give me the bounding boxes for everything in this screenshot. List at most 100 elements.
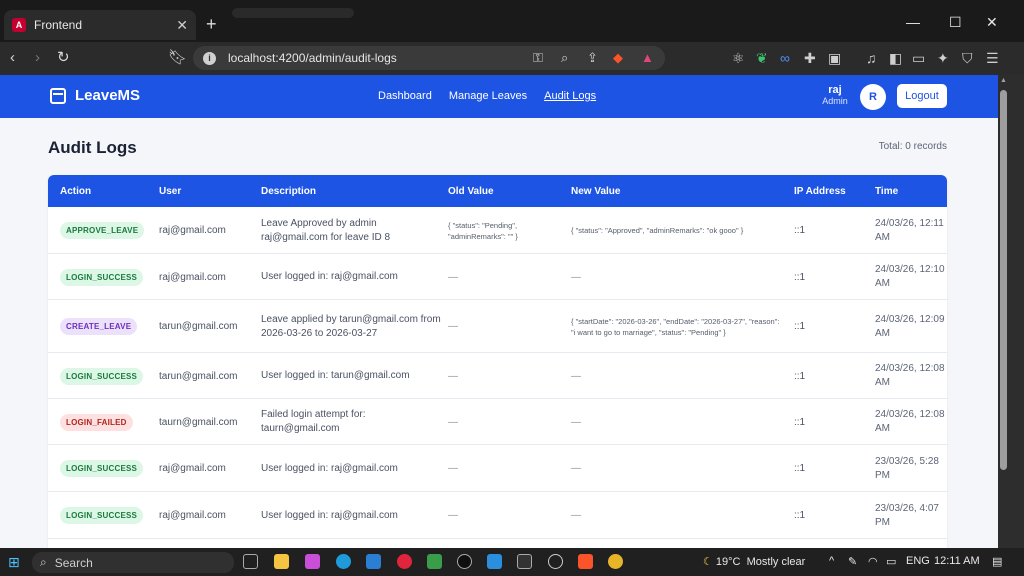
task-view-icon[interactable] — [243, 554, 258, 569]
new-value-cell: — — [571, 399, 781, 445]
vscode-icon[interactable] — [487, 554, 502, 569]
ip-address: ::1 — [794, 463, 806, 474]
ip-address-cell: ::1 — [794, 254, 864, 300]
store-icon[interactable] — [366, 554, 381, 569]
site-info-icon[interactable]: i — [203, 51, 216, 65]
menu-icon[interactable]: ☰ — [986, 50, 999, 67]
maximize-icon[interactable]: ☐ — [949, 14, 962, 31]
user-email-cell: raj@gmail.com — [159, 492, 259, 539]
app-dark-icon[interactable] — [457, 554, 472, 569]
nav-link-manage-leaves[interactable]: Manage Leaves — [449, 90, 527, 102]
edge-icon[interactable] — [336, 554, 351, 569]
old-value-cell: — — [448, 492, 563, 539]
back-icon[interactable]: ‹ — [10, 49, 15, 67]
browser-tab[interactable]: A Frontend ✕ — [4, 10, 196, 40]
search-icon: ⌕ — [40, 555, 47, 569]
mic-icon[interactable]: ✎ — [848, 555, 857, 568]
time: 24/03/26, 12:08 AM — [875, 363, 945, 388]
ip-address: ::1 — [794, 510, 806, 521]
page-scrollbar[interactable]: ▲ — [998, 75, 1024, 548]
extension-leaf-icon[interactable]: ❦ — [756, 50, 768, 67]
windows-taskbar: ⊞ ⌕ Search ☾ 19°C Mostly clear ^ ✎ ◠ ▭ E… — [0, 548, 1024, 576]
header-new-value: New Value — [571, 186, 621, 197]
chatgpt-icon[interactable] — [548, 554, 563, 569]
screenshot-icon[interactable]: ▣ — [828, 50, 841, 67]
notification-icon[interactable]: ▤ — [992, 555, 1002, 568]
zoom-icon[interactable]: ⌕ — [561, 50, 568, 66]
avatar[interactable]: R — [860, 84, 886, 110]
user-email: raj@gmail.com — [159, 271, 226, 283]
action-badge-cell: CREATE_LEAVE — [60, 300, 155, 353]
time-cell: 24/03/26, 12:08 AM — [875, 399, 945, 445]
file-explorer-icon[interactable] — [274, 554, 289, 569]
vpn-icon[interactable]: ⛉ — [962, 50, 973, 67]
tab-bar: A Frontend ✕ + — ☐ ✕ — [0, 0, 1024, 42]
tray-expand-icon[interactable]: ^ — [829, 555, 834, 567]
time: 23/03/26, 4:07 PM — [875, 502, 939, 528]
time-cell: 24/03/26, 12:11 AM — [875, 207, 945, 254]
old-value: — — [448, 416, 458, 428]
nav-link-dashboard[interactable]: Dashboard — [378, 90, 432, 102]
sidebar-icon[interactable]: ◧ — [889, 50, 902, 67]
description: Failed login attempt for: taurn@gmail.co… — [261, 409, 366, 434]
taskbar-search[interactable]: ⌕ Search — [32, 552, 234, 573]
wallet-icon[interactable]: ▭ — [912, 50, 925, 67]
page-viewport: LeaveMS Dashboard Manage Leaves Audit Lo… — [0, 75, 998, 548]
extensions-puzzle-icon[interactable]: ✚ — [804, 50, 816, 67]
new-tab-button[interactable]: + — [206, 14, 217, 35]
address-bar[interactable]: i localhost:4200/admin/audit-logs ⚿ ⌕ ⇪ … — [193, 46, 665, 70]
action-badge-cell: LOGIN_SUCCESS — [60, 492, 155, 539]
time: 24/03/26, 12:10 AM — [875, 264, 945, 289]
scrollbar-thumb[interactable] — [1000, 90, 1007, 470]
close-tab-icon[interactable]: ✕ — [176, 17, 188, 34]
user-email: raj@gmail.com — [159, 510, 226, 521]
close-window-icon[interactable]: ✕ — [986, 14, 998, 31]
app-a-icon[interactable] — [517, 554, 532, 569]
brand[interactable]: LeaveMS — [50, 87, 140, 104]
brave-icon[interactable] — [578, 554, 593, 569]
share-icon[interactable]: ⇪ — [587, 50, 598, 66]
extension-infinity-icon[interactable]: ∞ — [780, 50, 790, 66]
bookmark-icon[interactable]: 🔖︎ — [168, 49, 187, 67]
user-name: raj — [828, 84, 842, 96]
user-email: tarun@gmail.com — [159, 321, 238, 332]
table-row: APPROVE_LEAVE raj@gmail.com Leave Approved… — [48, 207, 947, 254]
description-cell: User logged in: raj@gmail.com — [261, 492, 441, 539]
scroll-up-icon[interactable]: ▲ — [1000, 77, 1007, 84]
background-tab[interactable] — [232, 8, 354, 18]
wifi-icon[interactable]: ◠ — [868, 555, 878, 568]
language-indicator[interactable]: ENG — [906, 555, 930, 567]
nav-links: Dashboard Manage Leaves Audit Logs — [378, 90, 596, 102]
copilot-icon[interactable] — [305, 554, 320, 569]
app-green-icon[interactable] — [427, 554, 442, 569]
old-value-cell: — — [448, 353, 563, 399]
minimize-icon[interactable]: — — [906, 14, 920, 30]
url-text: localhost:4200/admin/audit-logs — [228, 51, 397, 65]
angular-favicon-icon: A — [12, 18, 26, 32]
user-email: tarun@gmail.com — [159, 370, 238, 382]
user-role: Admin — [822, 96, 848, 106]
table-row: CREATE_LEAVE tarun@gmail.com Leave applied… — [48, 300, 947, 353]
key-icon[interactable]: ⚿ — [533, 50, 543, 66]
react-devtools-icon[interactable]: ⚛ — [732, 50, 745, 67]
action-badge: LOGIN_SUCCESS — [60, 460, 144, 477]
old-value-cell: — — [448, 445, 563, 492]
media-icon[interactable] — [397, 554, 412, 569]
clock[interactable]: 12:11 AM — [934, 555, 980, 567]
brave-shield-icon[interactable]: ◆ — [613, 50, 623, 66]
chrome-icon[interactable] — [608, 554, 623, 569]
new-value: { "startDate": "2026-03-26", "endDate": … — [571, 316, 780, 337]
windows-start-icon[interactable]: ⊞ — [8, 554, 20, 571]
logout-button[interactable]: Logout — [897, 84, 947, 108]
forward-icon[interactable]: › — [35, 49, 40, 67]
brave-rewards-icon[interactable]: ▲ — [641, 50, 654, 65]
reload-icon[interactable]: ↻ — [57, 49, 70, 67]
leo-ai-icon[interactable]: ✦ — [937, 50, 949, 67]
nav-link-audit-logs[interactable]: Audit Logs — [544, 90, 596, 102]
weather-widget[interactable]: ☾ 19°C Mostly clear — [703, 555, 805, 568]
music-icon[interactable]: ♫ — [866, 50, 877, 66]
table-row: LOGIN_SUCCESS raj@gmail.com User logged in… — [48, 445, 947, 492]
battery-icon[interactable]: ▭ — [886, 555, 896, 568]
action-badge: LOGIN_SUCCESS — [60, 507, 144, 524]
action-badge-cell: APPROVE_LEAVE — [60, 207, 155, 254]
